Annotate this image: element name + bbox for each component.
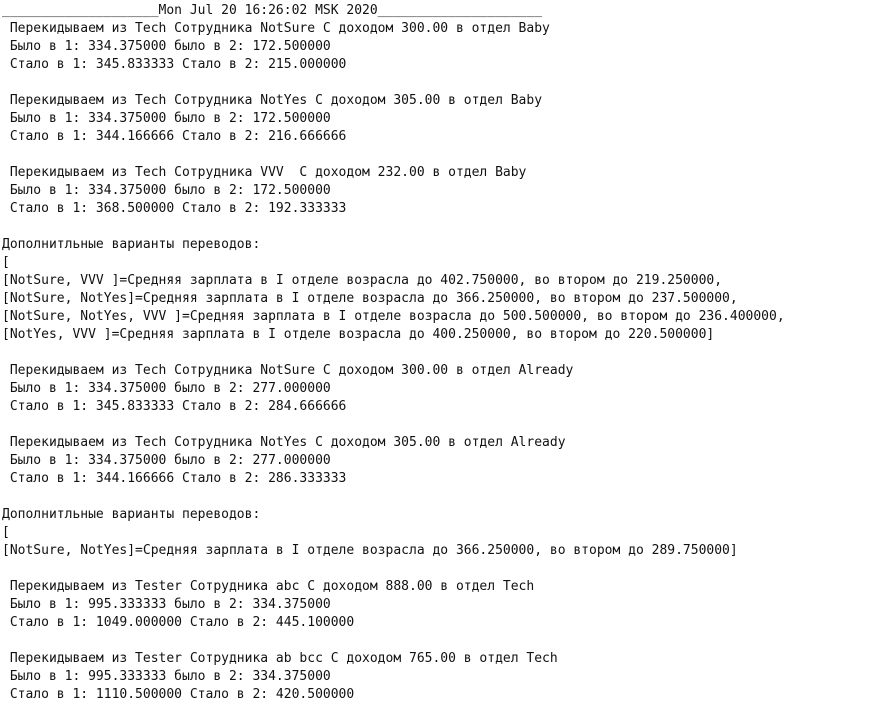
console-line: Стало в 1: 345.833333 Стало в 2: 215.000… [2, 57, 347, 72]
console-line: Было в 1: 995.333333 было в 2: 334.37500… [2, 669, 331, 684]
console-line: Дополнитльные варианты переводов: [2, 237, 261, 252]
console-line: [ [2, 525, 10, 540]
console-output: ____________________Mon Jul 20 16:26:02 … [2, 2, 881, 704]
console-line: [NotSure, NotYes, VVV ]=Средняя зарплата… [2, 309, 785, 324]
console-line: Перекидываем из Tech Сотрудника NotYes С… [2, 435, 566, 450]
console-line: Было в 1: 334.375000 было в 2: 172.50000… [2, 183, 331, 198]
console-line: ____________________Mon Jul 20 16:26:02 … [2, 3, 543, 18]
console-line: Стало в 1: 1049.000000 Стало в 2: 445.10… [2, 615, 355, 630]
console-line: Стало в 1: 344.166666 Стало в 2: 216.666… [2, 129, 347, 144]
console-line: Было в 1: 334.375000 было в 2: 172.50000… [2, 111, 331, 126]
console-line: Стало в 1: 368.500000 Стало в 2: 192.333… [2, 201, 347, 216]
console-line: Стало в 1: 1110.500000 Стало в 2: 420.50… [2, 687, 355, 702]
console-line: Перекидываем из Tech Сотрудника VVV С до… [2, 165, 527, 180]
console-line: [NotYes, VVV ]=Средняя зарплата в I отде… [2, 327, 715, 342]
console-line: Было в 1: 334.375000 было в 2: 277.00000… [2, 453, 331, 468]
console-line: Перекидываем из Tech Сотрудника NotSure … [2, 363, 574, 378]
console-line: Перекидываем из Tester Сотрудника abc С … [2, 579, 535, 594]
console-line: [ [2, 255, 10, 270]
console-line: Было в 1: 334.375000 было в 2: 172.50000… [2, 39, 331, 54]
console-line: Перекидываем из Tech Сотрудника NotYes С… [2, 93, 543, 108]
console-line: Перекидываем из Tester Сотрудника ab bcc… [2, 651, 558, 666]
console-line: Стало в 1: 344.166666 Стало в 2: 286.333… [2, 471, 347, 486]
console-line: [NotSure, VVV ]=Средняя зарплата в I отд… [2, 273, 723, 288]
console-line: Было в 1: 995.333333 было в 2: 334.37500… [2, 597, 331, 612]
console-line: Стало в 1: 345.833333 Стало в 2: 284.666… [2, 399, 347, 414]
console-line: [NotSure, NotYes]=Средняя зарплата в I о… [2, 543, 738, 558]
console-line: Дополнитльные варианты переводов: [2, 507, 261, 522]
console-line: Было в 1: 334.375000 было в 2: 277.00000… [2, 381, 331, 396]
console-line: [NotSure, NotYes]=Средняя зарплата в I о… [2, 291, 738, 306]
console-line: Перекидываем из Tech Сотрудника NotSure … [2, 21, 550, 36]
